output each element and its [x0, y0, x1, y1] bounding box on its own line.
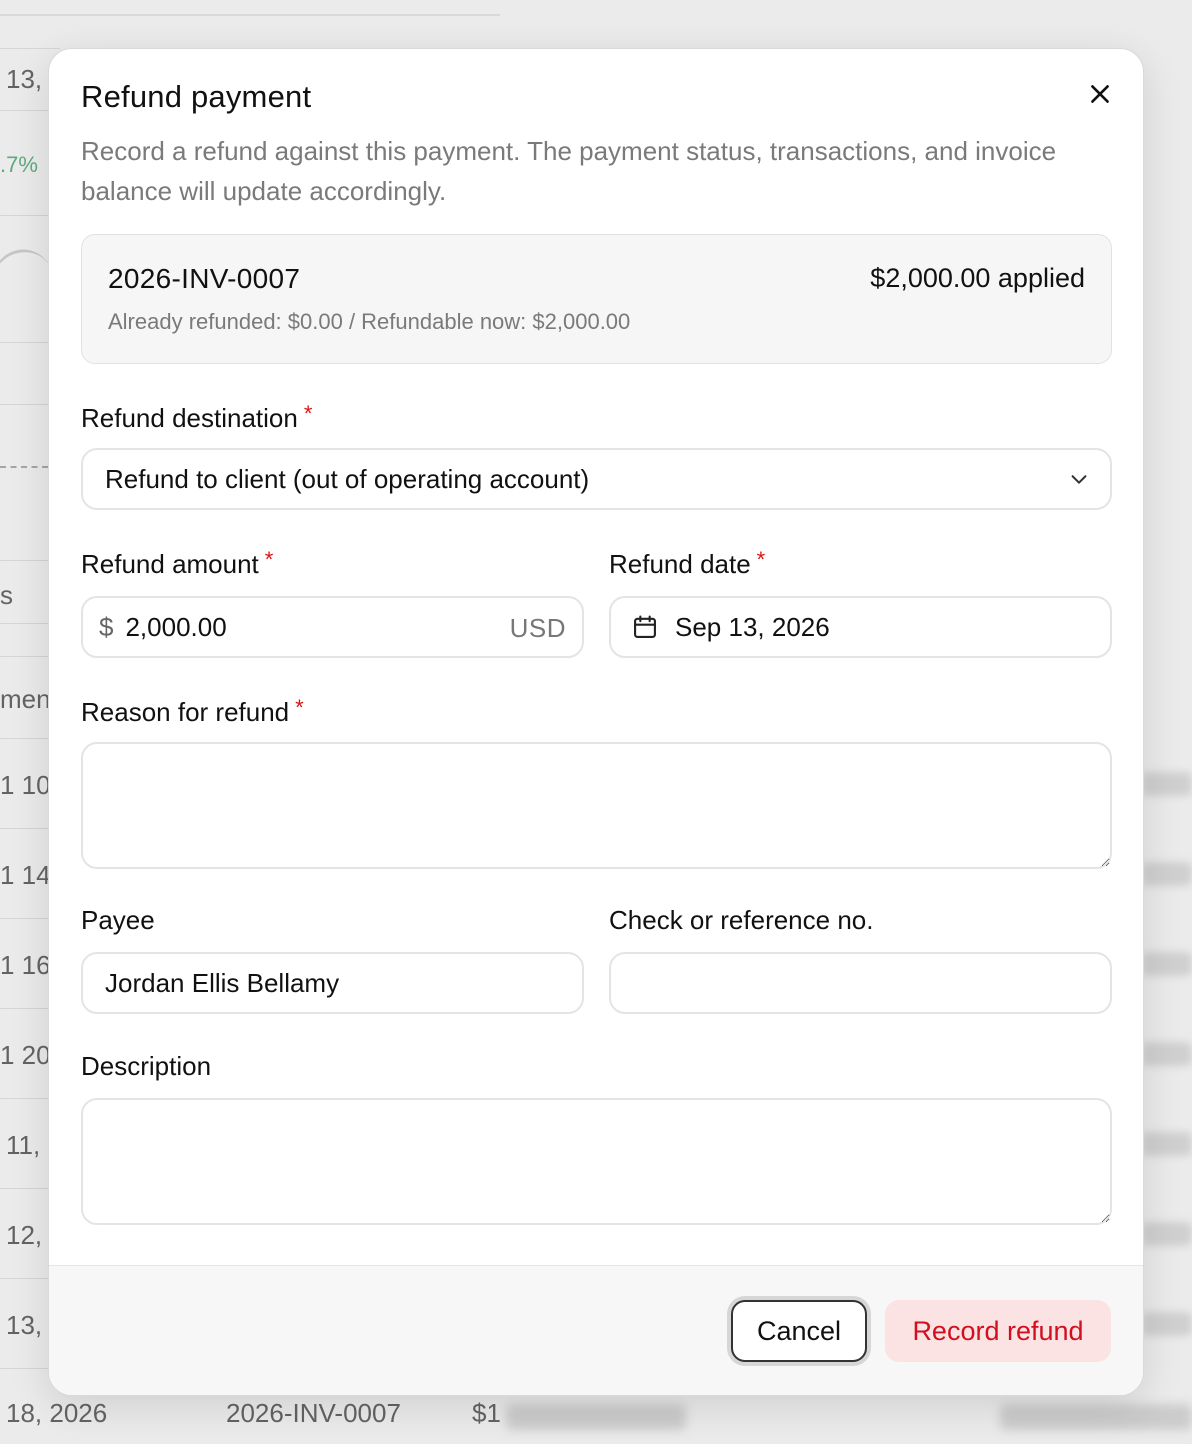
calendar-icon	[634, 615, 656, 638]
refund-date-value: Sep 13, 2026	[675, 611, 830, 642]
reference-number-field[interactable]	[609, 952, 1112, 1014]
refund-balance-details: Already refunded: $0.00 / Refundable now…	[108, 309, 631, 334]
invoice-number: 2026-INV-0007	[108, 263, 301, 294]
description-textarea[interactable]	[81, 1098, 1112, 1225]
close-icon	[1091, 85, 1109, 103]
dialog-footer: Cancel Record refund	[49, 1265, 1143, 1395]
description-label: Description	[81, 1051, 212, 1081]
refund-destination-label: Refund destination *	[81, 401, 312, 434]
refund-reason-label-text: Reason for refund	[81, 697, 290, 727]
cancel-button[interactable]: Cancel	[731, 1300, 867, 1362]
refund-date-label: Refund date *	[609, 547, 765, 580]
dialog-title: Refund payment	[81, 79, 312, 114]
payee-input[interactable]	[105, 967, 560, 999]
refund-amount-field[interactable]: $ USD	[81, 596, 584, 658]
required-asterisk: *	[303, 401, 313, 426]
refund-amount-label-text: Refund amount	[81, 549, 259, 579]
currency-symbol: $	[99, 611, 114, 642]
refund-amount-label: Refund amount *	[81, 547, 273, 580]
required-asterisk: *	[756, 547, 766, 572]
record-refund-button[interactable]: Record refund	[885, 1300, 1111, 1362]
reference-number-input[interactable]	[633, 967, 1088, 999]
refund-payment-dialog: Refund payment Record a refund against t…	[48, 48, 1144, 1396]
payee-label: Payee	[81, 905, 155, 935]
payee-field[interactable]	[81, 952, 584, 1014]
currency-code: USD	[509, 613, 566, 643]
payment-summary-card: 2026-INV-0007 $2,000.00 applied Already …	[81, 234, 1112, 364]
dialog-description: Record a refund against this payment. Th…	[81, 136, 1057, 206]
required-asterisk: *	[264, 547, 274, 572]
refund-date-picker[interactable]: Sep 13, 2026	[609, 596, 1112, 658]
applied-amount: $2,000.00 applied	[870, 263, 1085, 293]
refund-reason-label: Reason for refund *	[81, 695, 304, 728]
required-asterisk: *	[295, 695, 304, 720]
refund-destination-label-text: Refund destination	[81, 403, 298, 433]
reference-number-label: Check or reference no.	[609, 905, 874, 935]
chevron-down-icon	[1071, 475, 1087, 484]
refund-destination-value: Refund to client (out of operating accou…	[105, 463, 590, 494]
refund-reason-textarea[interactable]	[81, 742, 1112, 869]
refund-destination-select[interactable]: Refund to client (out of operating accou…	[81, 448, 1112, 510]
refund-amount-input[interactable]	[125, 611, 566, 643]
refund-date-label-text: Refund date	[609, 549, 751, 579]
close-button[interactable]	[1083, 77, 1117, 111]
